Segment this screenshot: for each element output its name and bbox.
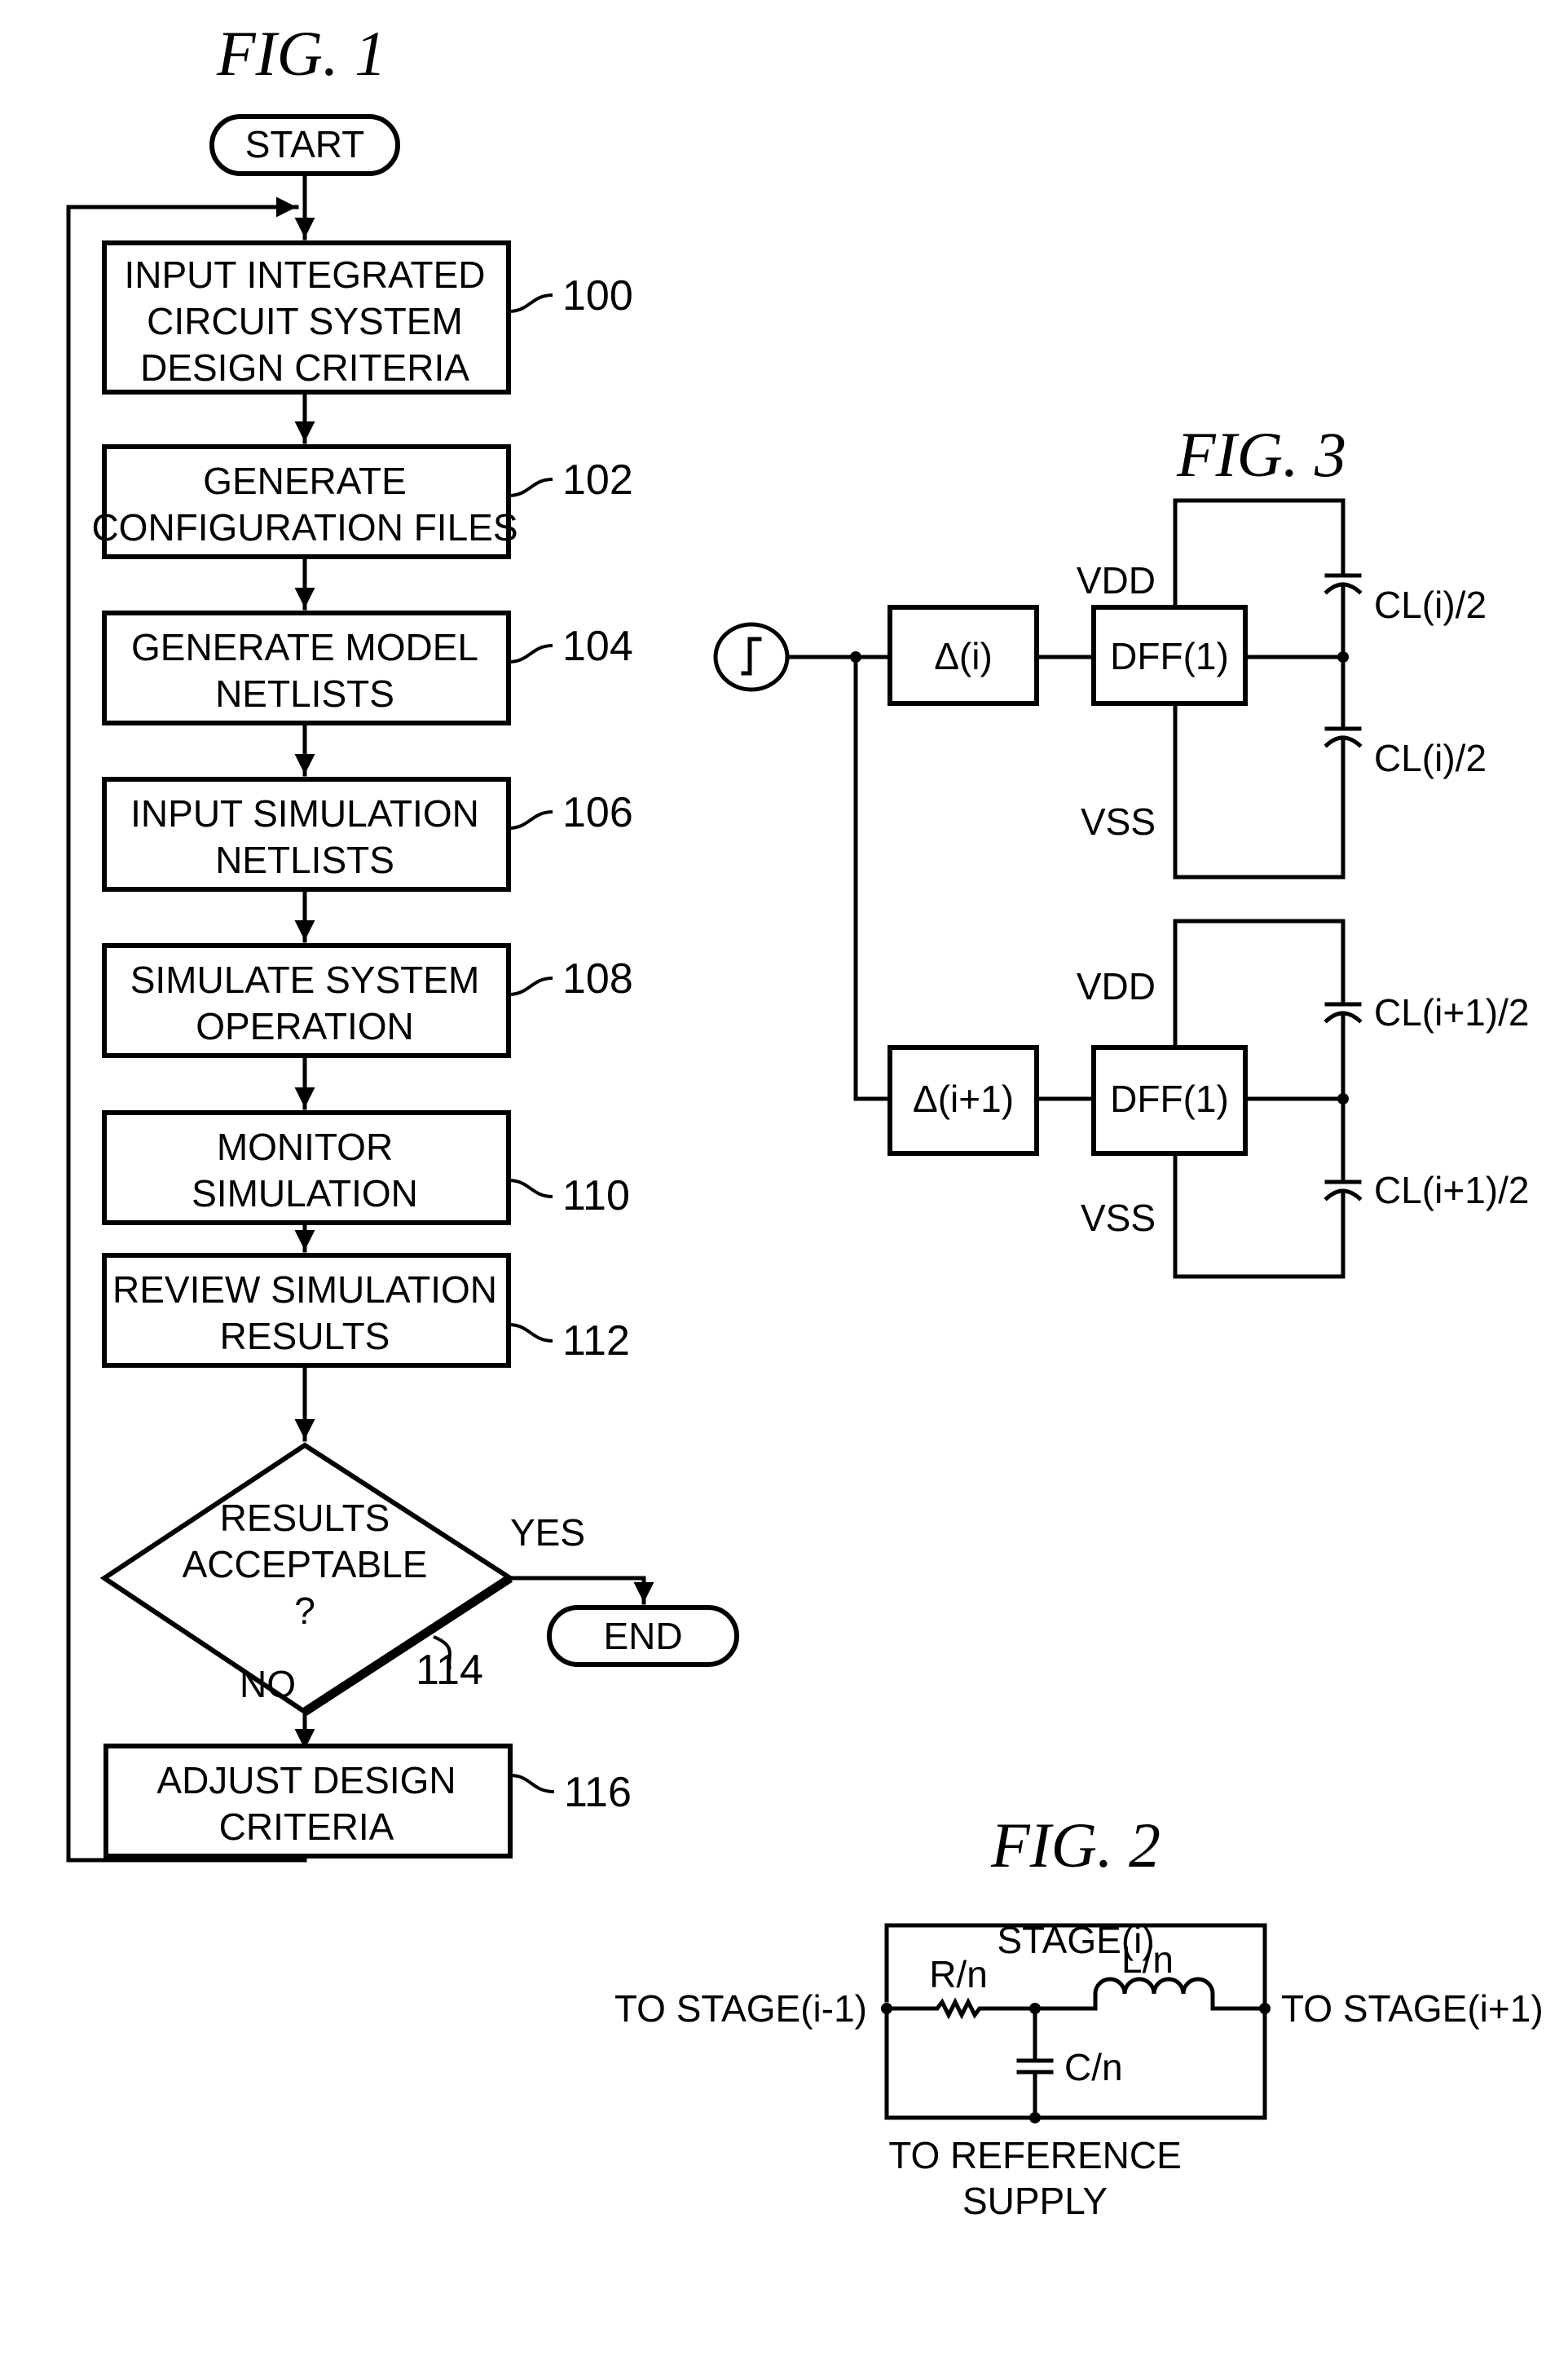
step-text-line: INPUT INTEGRATED xyxy=(125,254,486,296)
drawing-canvas: FIG. 1 START INPUT INTEGRATED CIRCUIT SY… xyxy=(66,18,1544,2222)
end-terminator: END xyxy=(547,1605,739,1667)
leader-line xyxy=(508,1179,553,1198)
cap-top-label: CL(i+1)/2 xyxy=(1374,991,1529,1034)
dff-label: DFF(1) xyxy=(1110,1078,1229,1120)
fig2: FIG. 2 STAGE(i) R/n L/n C/n TO STAGE(i-1… xyxy=(614,1810,1544,2222)
left-connection-label: TO STAGE(i-1) xyxy=(614,1987,867,2030)
ref-numeral: 116 xyxy=(564,1769,632,1816)
step-text-line: NETLISTS xyxy=(215,672,394,715)
step-text-line: CIRCUIT SYSTEM xyxy=(147,300,463,342)
end-label: END xyxy=(603,1615,682,1657)
capacitor-icon xyxy=(1324,573,1363,659)
step-110: MONITOR SIMULATION 110 xyxy=(102,1110,630,1225)
step-text-line: MONITOR xyxy=(217,1126,393,1168)
fig3-stage-i-plus-1: Δ(i+1) DFF(1) VDD VSS CL(i+1)/2 CL(i+1)/… xyxy=(888,919,1529,1279)
capacitor-icon xyxy=(1324,655,1363,813)
decision-text-line: ACCEPTABLE xyxy=(183,1543,428,1585)
step-text-line: INPUT SIMULATION xyxy=(130,792,479,835)
step-100: INPUT INTEGRATED CIRCUIT SYSTEM DESIGN C… xyxy=(102,240,633,395)
cap-top-label: CL(i)/2 xyxy=(1374,584,1487,626)
cap-bottom-label: CL(i)/2 xyxy=(1374,737,1487,779)
start-label: START xyxy=(245,123,365,165)
ref-numeral: 104 xyxy=(562,623,633,670)
step-text-line: CRITERIA xyxy=(219,1806,394,1848)
ref-numeral: 106 xyxy=(562,789,633,836)
ref-numeral: 102 xyxy=(562,456,633,504)
cap-bottom-label: CL(i+1)/2 xyxy=(1374,1169,1529,1211)
wire xyxy=(853,655,892,1101)
vdd-rail xyxy=(1173,498,1346,610)
step-text-line: SIMULATE SYSTEM xyxy=(130,959,480,1001)
leader-line xyxy=(508,478,553,497)
vss-label: VSS xyxy=(1081,1197,1156,1239)
delay-label: Δ(i+1) xyxy=(913,1078,1014,1120)
yes-arrow xyxy=(508,1576,654,1605)
fig1-title: FIG. 1 xyxy=(216,18,386,89)
step-116: ADJUST DESIGN CRITERIA 116 xyxy=(104,1744,632,1859)
start-terminator: START xyxy=(209,114,400,176)
step-text-line: SIMULATION xyxy=(192,1172,418,1215)
resistor-label: R/n xyxy=(929,1953,988,1995)
step-104: GENERATE MODEL NETLISTS 104 xyxy=(102,611,633,725)
vss-rail xyxy=(1173,1151,1346,1279)
leader-line xyxy=(509,1774,555,1793)
step-text-line: GENERATE MODEL xyxy=(131,626,478,668)
leader-line xyxy=(508,1323,553,1343)
vdd-rail xyxy=(1173,919,1346,1050)
ref-numeral: 112 xyxy=(562,1317,630,1365)
no-label: NO xyxy=(240,1663,296,1705)
step-text-line: GENERATE xyxy=(203,460,407,502)
fig2-title: FIG. 2 xyxy=(990,1810,1161,1881)
step-source-icon xyxy=(713,622,790,692)
inductor-icon xyxy=(1033,1977,1267,2011)
ref-numeral: 100 xyxy=(562,272,633,320)
step-text-line: OPERATION xyxy=(196,1005,414,1047)
step-text-line: CONFIGURATION FILES xyxy=(91,506,518,549)
leader-line xyxy=(508,293,553,313)
reference-supply-label-line: SUPPLY xyxy=(962,2180,1108,2222)
resistor-icon xyxy=(884,1997,1037,2020)
step-text-line: RESULTS xyxy=(220,1315,390,1357)
fig1: FIG. 1 START INPUT INTEGRATED CIRCUIT SY… xyxy=(66,18,739,1863)
fig3: FIG. 3 Δ(i) DFF(1) VDD VSS CL(i)/2 CL(i)… xyxy=(713,419,1529,1279)
ref-numeral: 110 xyxy=(562,1172,630,1219)
step-108: SIMULATE SYSTEM OPERATION 108 xyxy=(102,943,633,1058)
fig3-stage-i: Δ(i) DFF(1) VDD VSS CL(i)/2 CL(i)/2 xyxy=(888,498,1487,880)
inductor-label: L/n xyxy=(1121,1938,1174,1981)
patent-drawing-sheet: FIG. 1 START INPUT INTEGRATED CIRCUIT SY… xyxy=(0,0,1568,2359)
capacitor-icon xyxy=(1324,1002,1363,1101)
step-102: GENERATE CONFIGURATION FILES 102 xyxy=(91,444,633,559)
capacitor-icon xyxy=(1324,1096,1363,1279)
reference-supply-label-line: TO REFERENCE xyxy=(888,2134,1182,2176)
step-text-line: NETLISTS xyxy=(215,839,394,881)
capacitor-label: C/n xyxy=(1064,2046,1123,2088)
step-text-line: ADJUST DESIGN xyxy=(156,1759,456,1801)
delay-label: Δ(i) xyxy=(934,635,993,677)
decision-text-line: RESULTS xyxy=(220,1497,390,1539)
step-text-line: REVIEW SIMULATION xyxy=(112,1268,497,1311)
vss-label: VSS xyxy=(1081,800,1156,843)
step-text-line: DESIGN CRITERIA xyxy=(140,346,469,389)
step-106: INPUT SIMULATION NETLISTS 106 xyxy=(102,777,633,892)
right-connection-label: TO STAGE(i+1) xyxy=(1281,1987,1544,2030)
yes-label: YES xyxy=(510,1511,585,1554)
leader-line xyxy=(508,810,553,830)
ref-numeral: 114 xyxy=(416,1647,483,1694)
fig3-title: FIG. 3 xyxy=(1176,419,1346,490)
step-112: REVIEW SIMULATION RESULTS 112 xyxy=(102,1253,630,1368)
vdd-label: VDD xyxy=(1077,965,1156,1008)
ref-numeral: 108 xyxy=(562,955,633,1003)
decision-text-line: ? xyxy=(294,1590,315,1632)
leader-line xyxy=(508,977,553,996)
leader-line xyxy=(508,644,553,664)
dff-label: DFF(1) xyxy=(1110,635,1229,677)
capacitor-icon xyxy=(1016,2006,1054,2120)
vdd-label: VDD xyxy=(1077,559,1156,602)
vss-rail xyxy=(1173,701,1346,880)
